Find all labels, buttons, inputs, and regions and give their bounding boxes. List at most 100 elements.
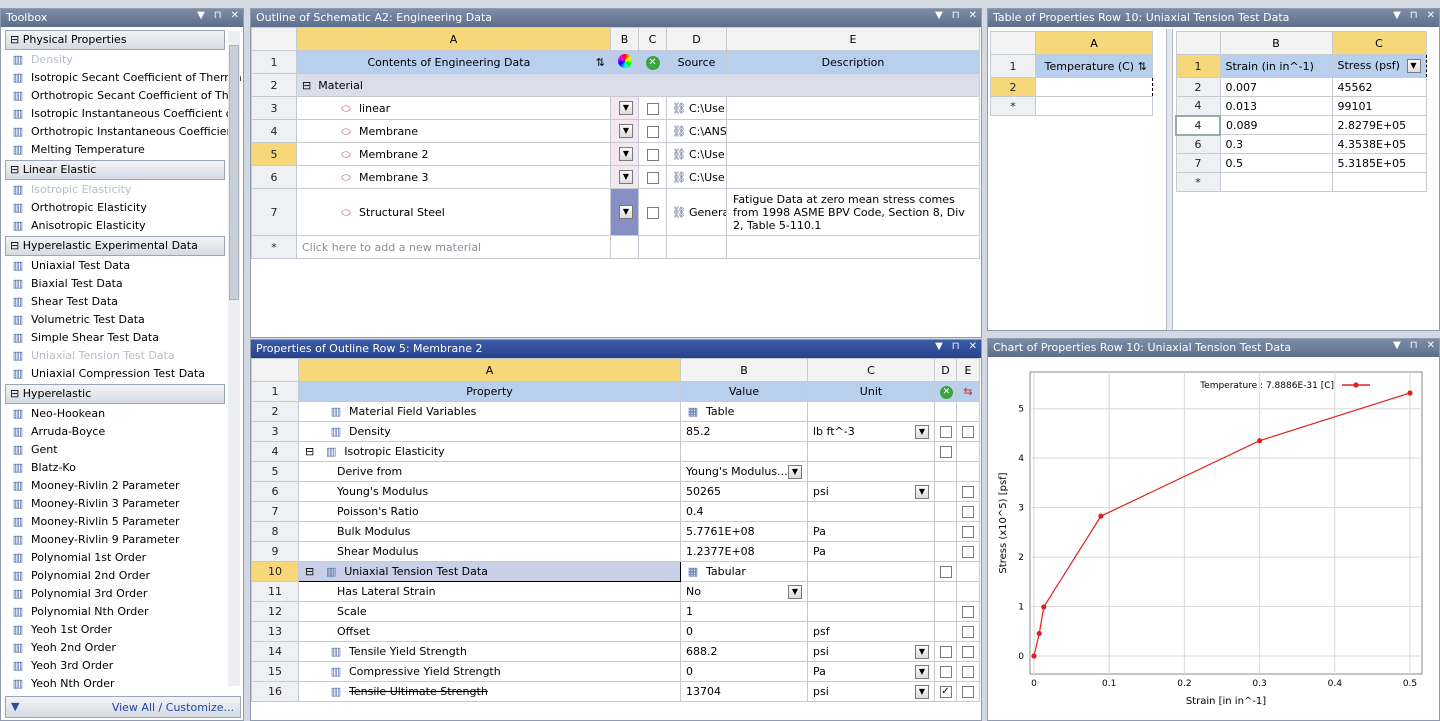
strain-header[interactable]: Strain (in in^-1) (1219, 54, 1333, 78)
parameter-cell[interactable] (956, 601, 980, 622)
toolbox-item[interactable]: ▥ Neo-Hookean (1, 405, 243, 423)
property-name-cell[interactable]: Bulk Modulus (298, 521, 681, 542)
property-row[interactable]: 14 ▥ Tensile Yield Strength 688.2 psi ▼ (251, 641, 980, 662)
unit-cell[interactable] (807, 601, 935, 622)
material-row[interactable]: 5 ⬭ Membrane 2 ▼ ⛓ C:\Use (251, 142, 980, 166)
stress-cell[interactable] (1331, 172, 1427, 192)
view-all-link[interactable]: View All / Customize... (112, 701, 234, 714)
strain-cell[interactable] (1219, 172, 1333, 192)
parameter-checkbox[interactable] (962, 546, 974, 558)
toolbox-item[interactable]: ▥ Melting Temperature (1, 141, 243, 159)
col-header-b[interactable]: B (1219, 31, 1333, 55)
unit-cell[interactable]: lb ft^-3 ▼ (807, 421, 935, 442)
unit-cell[interactable] (807, 461, 935, 482)
unit-cell[interactable]: psf (807, 621, 935, 642)
pin-icon[interactable]: ⊓ (952, 10, 960, 21)
toolbox-section[interactable]: ⊟ Linear Elastic (5, 160, 225, 180)
stress-cell[interactable]: 4.3538E+05 (1331, 134, 1427, 154)
suppress-checkbox[interactable] (939, 646, 952, 658)
color-cell[interactable]: ▼ (610, 96, 639, 120)
dropdown-icon[interactable]: ▼ (1393, 10, 1401, 21)
color-cell[interactable]: ▼ (610, 165, 639, 189)
value-cell[interactable]: ▦ Tabular (680, 561, 808, 582)
property-row[interactable]: 11 Has Lateral Strain No ▼ (251, 581, 980, 602)
col-header-e[interactable]: E (956, 358, 980, 382)
property-name-cell[interactable]: Poisson's Ratio (298, 501, 681, 522)
material-row[interactable]: 7 ⬭ Structural Steel ▼ ⛓ Genera Fatigue Data a… (251, 188, 980, 236)
unit-cell[interactable]: Pa (807, 541, 935, 562)
toolbox-item[interactable]: ▥ Orthotropic Secant Coefficient of Ther (1, 87, 243, 105)
parameter-cell[interactable] (956, 561, 980, 582)
stress-header[interactable]: Stress (psf) ▼ (1331, 54, 1427, 78)
empty-cell[interactable] (1035, 96, 1153, 116)
data-row[interactable]: 7 0.5 5.3185E+05 (1175, 153, 1427, 173)
dropdown-icon[interactable]: ▼ (619, 170, 633, 184)
unit-cell[interactable]: psi ▼ (807, 641, 935, 662)
property-name-cell[interactable]: ▥ Density (298, 421, 681, 442)
parameter-checkbox[interactable] (962, 606, 974, 618)
temperature-header[interactable]: Temperature (C) ⇅ (1035, 54, 1153, 78)
col-header-c[interactable]: C (638, 27, 667, 51)
parameter-checkbox[interactable] (962, 426, 974, 438)
collapse-icon[interactable]: ⊟ (10, 387, 23, 400)
temperature-cell[interactable] (1035, 77, 1153, 97)
toolbox-item[interactable]: ▥ Shear Test Data (1, 293, 243, 311)
col-header-b[interactable]: B (610, 27, 639, 51)
property-name-cell[interactable]: ▥ Tensile Yield Strength (298, 641, 681, 662)
dropdown-icon[interactable]: ▼ (935, 341, 943, 352)
parameter-cell[interactable] (956, 581, 980, 602)
property-row[interactable]: 8 Bulk Modulus 5.7761E+08 Pa (251, 521, 980, 542)
unit-cell[interactable]: psi ▼ (807, 681, 935, 702)
parameter-cell[interactable] (956, 501, 980, 522)
close-icon[interactable]: ✕ (969, 341, 977, 352)
toolbox-section[interactable]: ⊟ Physical Properties (5, 30, 225, 50)
source-cell[interactable]: ⛓ C:\Use (666, 165, 727, 189)
toolbox-item[interactable]: ▥ Blatz-Ko (1, 459, 243, 477)
data-row[interactable]: 6 0.3 4.3538E+05 (1175, 134, 1427, 154)
dropdown-icon[interactable]: ▼ (788, 464, 802, 479)
property-row[interactable]: 15 ▥ Compressive Yield Strength 0 Pa ▼ (251, 661, 980, 682)
sort-icon[interactable]: ⇅ (1138, 60, 1147, 73)
suppress-cell[interactable] (934, 621, 957, 642)
toolbox-item[interactable]: ▥ Isotropic Secant Coefficient of Therma (1, 69, 243, 87)
suppress-cell[interactable] (934, 521, 957, 542)
collapse-icon[interactable]: ⊟ (10, 163, 23, 176)
dropdown-icon[interactable]: ▼ (197, 10, 205, 21)
strain-cell[interactable]: 0.5 (1219, 153, 1333, 173)
data-row[interactable]: 4 0.089 2.8279E+05 (1175, 114, 1427, 136)
dropdown-icon[interactable]: ▼ (935, 10, 943, 21)
property-name-cell[interactable]: ⊟ ▥ Isotropic Elasticity (298, 441, 681, 462)
material-name-cell[interactable]: ⬭ Membrane 3 (296, 165, 611, 189)
dropdown-icon[interactable]: ▼ (619, 147, 633, 161)
property-name-cell[interactable]: Offset (298, 621, 681, 642)
value-cell[interactable]: 0 (680, 661, 808, 682)
collapse-icon[interactable]: ⊟ (302, 79, 311, 92)
value-cell[interactable]: 1.2377E+08 (680, 541, 808, 562)
dropdown-icon[interactable]: ▼ (915, 684, 929, 699)
col-header-d[interactable]: D (666, 27, 727, 51)
description-cell[interactable]: Fatigue Data at zero mean stress comes f… (726, 188, 980, 236)
value-cell[interactable]: 1 (680, 601, 808, 622)
toolbox-item[interactable]: ▥ Yeoh 1st Order (1, 621, 243, 639)
dropdown-icon[interactable]: ▼ (1393, 340, 1401, 351)
toolbox-item[interactable]: ▥ Density (1, 51, 243, 69)
pin-icon[interactable]: ⊓ (1410, 10, 1418, 21)
toolbox-item[interactable]: ▥ Mooney-Rivlin 9 Parameter (1, 531, 243, 549)
toolbox-item[interactable]: ▥ Yeoh 2nd Order (1, 639, 243, 657)
toolbox-item[interactable]: ▥ Yeoh Nth Order (1, 675, 243, 693)
property-row[interactable]: 7 Poisson's Ratio 0.4 (251, 501, 980, 522)
col-header-a[interactable]: A (1035, 31, 1153, 55)
material-name-cell[interactable]: ⬭ Membrane 2 (296, 142, 611, 166)
toolbox-item[interactable]: ▥ Uniaxial Test Data (1, 257, 243, 275)
property-name-cell[interactable]: ▥ Material Field Variables (298, 401, 681, 422)
property-row[interactable]: 10 ⊟ ▥ Uniaxial Tension Test Data ▦ Tabular (251, 561, 980, 582)
material-name-cell[interactable]: ⬭ Membrane (296, 119, 611, 143)
property-name-cell[interactable]: Scale (298, 601, 681, 622)
property-name-cell[interactable]: ▥ Tensile Ultimate Strength (298, 681, 681, 702)
col-header-a[interactable]: A (298, 358, 681, 382)
strain-cell[interactable]: 0.089 (1219, 115, 1333, 135)
toolbox-item[interactable]: ▥ Arruda-Boyce (1, 423, 243, 441)
material-name-cell[interactable]: ⬭ linear (296, 96, 611, 120)
value-cell[interactable]: Young's Modulus... ▼ (680, 461, 808, 482)
value-cell[interactable]: 688.2 (680, 641, 808, 662)
